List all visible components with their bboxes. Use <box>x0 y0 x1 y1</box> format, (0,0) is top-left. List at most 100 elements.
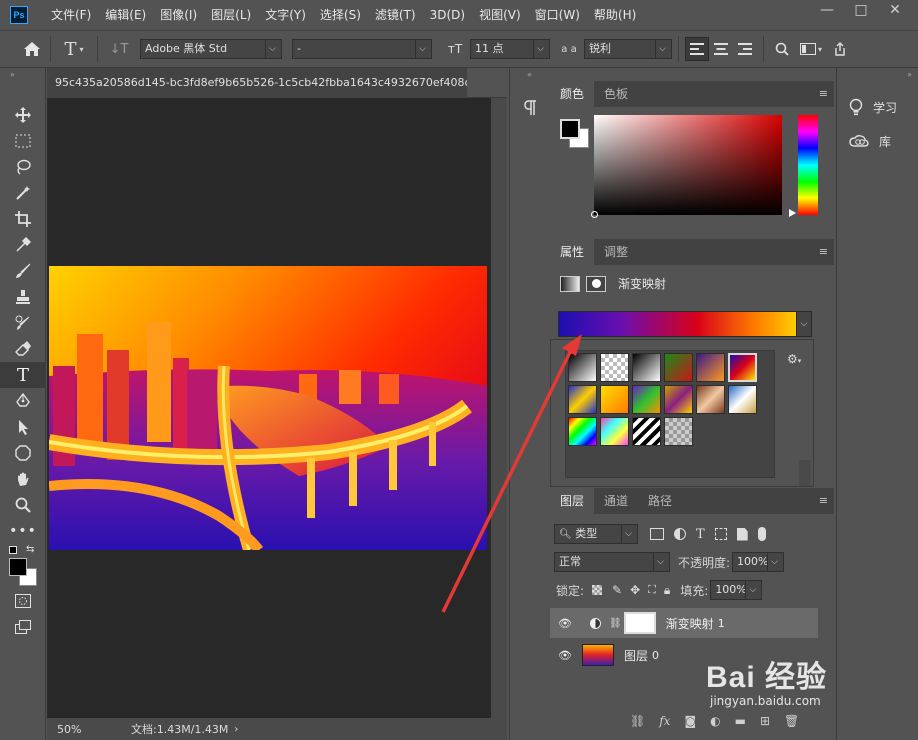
minimize-button[interactable]: — <box>810 0 844 22</box>
layer-name[interactable]: 渐变映射 <box>666 615 714 632</box>
gradient-swatch[interactable] <box>728 385 757 414</box>
gradient-swatch[interactable] <box>632 353 661 382</box>
menu-edit[interactable]: 编辑(E) <box>98 0 153 30</box>
marquee-tool-icon[interactable] <box>0 128 46 154</box>
layer-row-gradient-map[interactable]: 👁︎ ⛓︎ 渐变映射 1 <box>550 608 818 638</box>
paragraph-icon[interactable] <box>520 98 540 118</box>
font-family-select[interactable]: Adobe 黑体 Std ⌵ <box>140 39 282 59</box>
add-mask-icon[interactable]: ◙ <box>684 714 696 728</box>
history-brush-tool-icon[interactable] <box>0 310 46 336</box>
lock-pixels-icon[interactable]: ✎ <box>612 583 622 597</box>
menu-help[interactable]: 帮助(H) <box>587 0 643 30</box>
fx-icon[interactable]: fx <box>659 714 670 728</box>
search-icon[interactable] <box>770 37 794 61</box>
layer-filter-select[interactable]: 🔍︎ 类型 ⌵ <box>554 524 638 544</box>
path-selection-tool-icon[interactable] <box>0 414 46 440</box>
visibility-eye-icon[interactable]: 👁︎ <box>558 617 572 630</box>
move-tool-icon[interactable] <box>0 102 46 128</box>
home-icon[interactable] <box>20 37 44 61</box>
menu-image[interactable]: 图像(I) <box>153 0 204 30</box>
visibility-eye-icon[interactable]: 👁︎ <box>558 649 572 662</box>
panel-menu-icon[interactable]: ≡ <box>819 87 828 100</box>
gradient-dropdown-button[interactable]: ⌵ <box>796 311 812 337</box>
adjustment-icon[interactable] <box>560 275 580 292</box>
gradient-swatch[interactable] <box>600 353 629 382</box>
eraser-tool-icon[interactable] <box>0 336 46 362</box>
gradient-swatch-selected[interactable] <box>728 353 757 382</box>
color-field[interactable] <box>591 115 782 218</box>
gradient-swatch[interactable] <box>696 385 725 414</box>
align-left-icon[interactable] <box>685 37 709 61</box>
more-tools-icon[interactable]: ••• <box>0 518 46 544</box>
foreground-swatch[interactable] <box>560 119 580 139</box>
layer-mask-thumbnail[interactable] <box>623 612 656 634</box>
zoom-level[interactable]: 50% <box>57 723 117 736</box>
foreground-color-swatch[interactable] <box>9 558 27 576</box>
crop-tool-icon[interactable] <box>0 206 46 232</box>
gradient-swatch[interactable] <box>696 353 725 382</box>
type-filter-icon[interactable]: T <box>696 527 705 542</box>
fill-input[interactable]: 100% ⌵ <box>710 580 763 600</box>
document-image[interactable] <box>49 266 487 550</box>
menu-window[interactable]: 窗口(W) <box>528 0 587 30</box>
gradient-swatch[interactable] <box>664 353 693 382</box>
tab-paths[interactable]: 路径 <box>638 488 682 514</box>
lasso-tool-icon[interactable] <box>0 154 46 180</box>
gradient-swatch[interactable] <box>664 417 693 446</box>
tab-properties[interactable]: 属性 <box>550 239 595 265</box>
learn-button[interactable]: 学习 <box>837 90 918 124</box>
lock-all-icon[interactable]: 🔒︎ <box>664 583 670 598</box>
lock-transparent-icon[interactable] <box>592 585 603 595</box>
pen-tool-icon[interactable] <box>0 388 46 414</box>
panel-menu-icon[interactable]: ≡ <box>819 494 828 507</box>
align-center-icon[interactable] <box>709 37 733 61</box>
layer-name[interactable]: 图层 <box>624 647 648 664</box>
collapse-icon[interactable]: « <box>510 68 549 82</box>
hue-slider-handle[interactable] <box>789 209 796 217</box>
font-size-select[interactable]: 11 点 ⌵ <box>470 39 550 59</box>
canvas-area[interactable] <box>47 98 491 718</box>
share-icon[interactable] <box>828 37 852 61</box>
close-button[interactable]: ✕ <box>878 0 912 22</box>
gradient-swatch[interactable] <box>568 353 597 382</box>
shape-filter-icon[interactable] <box>714 528 727 540</box>
filter-toggle-icon[interactable] <box>757 527 766 541</box>
hand-tool-icon[interactable] <box>0 466 46 492</box>
workspace-icon[interactable]: ▾ <box>794 37 828 61</box>
type-tool-icon[interactable]: T <box>0 362 46 388</box>
new-adjustment-icon[interactable]: ◐ <box>710 714 720 728</box>
menu-filter[interactable]: 滤镜(T) <box>368 0 423 30</box>
menu-select[interactable]: 选择(S) <box>313 0 368 30</box>
hue-slider[interactable] <box>798 115 818 215</box>
menu-type[interactable]: 文字(Y) <box>258 0 313 30</box>
magic-wand-tool-icon[interactable] <box>0 180 46 206</box>
photoshop-logo[interactable]: Ps <box>10 6 28 24</box>
link-icon[interactable]: ⛓︎ <box>609 618 622 629</box>
font-style-select[interactable]: - ⌵ <box>292 39 432 59</box>
adjustment-filter-icon[interactable] <box>674 528 686 540</box>
eyedropper-tool-icon[interactable] <box>0 232 46 258</box>
gradient-swatch[interactable] <box>632 417 661 446</box>
lock-position-icon[interactable]: ✥ <box>630 583 640 597</box>
lock-artboard-icon[interactable]: ⛶ <box>648 583 656 597</box>
default-colors-icon[interactable] <box>9 546 17 554</box>
smart-object-filter-icon[interactable] <box>736 527 748 541</box>
opacity-input[interactable]: 100% ⌵ <box>732 552 785 572</box>
swap-colors-icon[interactable]: ⇆ <box>26 544 34 555</box>
vertical-scrollbar[interactable] <box>491 98 507 740</box>
layer-thumbnail[interactable] <box>581 644 614 666</box>
align-right-icon[interactable] <box>733 37 757 61</box>
menu-view[interactable]: 视图(V) <box>472 0 528 30</box>
gradient-swatch[interactable] <box>600 385 629 414</box>
antialias-select[interactable]: 锐利 ⌵ <box>584 39 672 59</box>
shape-tool-icon[interactable] <box>0 440 46 466</box>
panel-menu-icon[interactable]: ≡ <box>819 245 828 258</box>
pixel-filter-icon[interactable] <box>650 528 664 540</box>
libraries-button[interactable]: 库 <box>837 124 918 158</box>
document-tab[interactable]: 95c435a20586d145-bc3fd8ef9b65b526-1c5cb4… <box>47 68 467 98</box>
type-tool-preset-icon[interactable]: T ▾ <box>57 37 91 61</box>
tab-adjustments[interactable]: 调整 <box>594 239 638 265</box>
blend-mode-select[interactable]: 正常 ⌵ <box>554 552 670 572</box>
stamp-tool-icon[interactable] <box>0 284 46 310</box>
screen-mode-icon[interactable] <box>0 614 46 640</box>
